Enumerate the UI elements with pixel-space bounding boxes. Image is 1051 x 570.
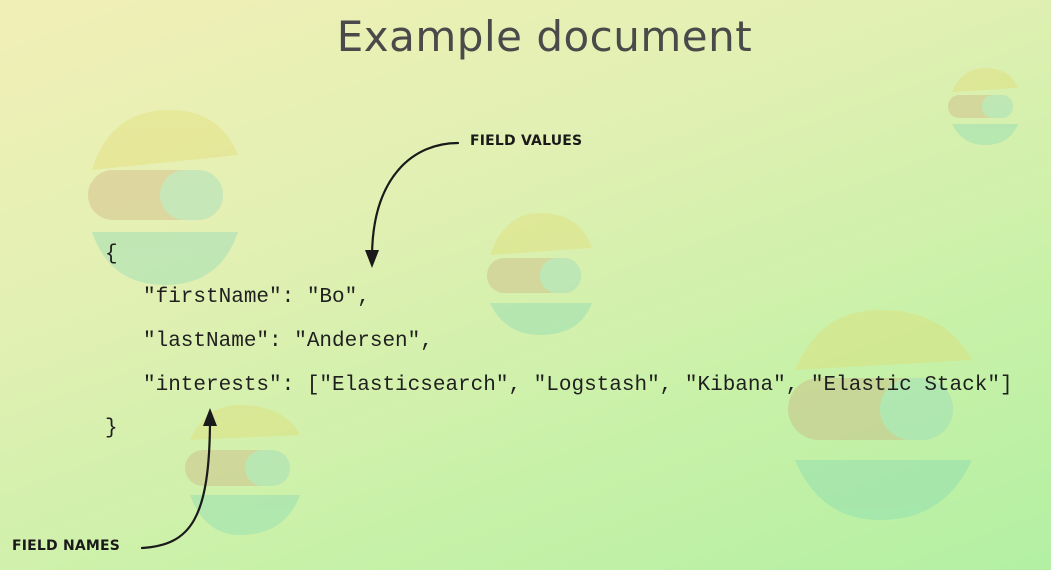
slide: Example document { "firstName": "Bo", "l… — [0, 0, 1051, 570]
field-names-arrowhead-icon — [203, 408, 217, 426]
field-names-arrow-icon — [140, 416, 212, 550]
annotation-arrows — [140, 141, 460, 550]
field-values-arrowhead-icon — [365, 250, 379, 268]
field-values-arrow-icon — [370, 141, 460, 260]
